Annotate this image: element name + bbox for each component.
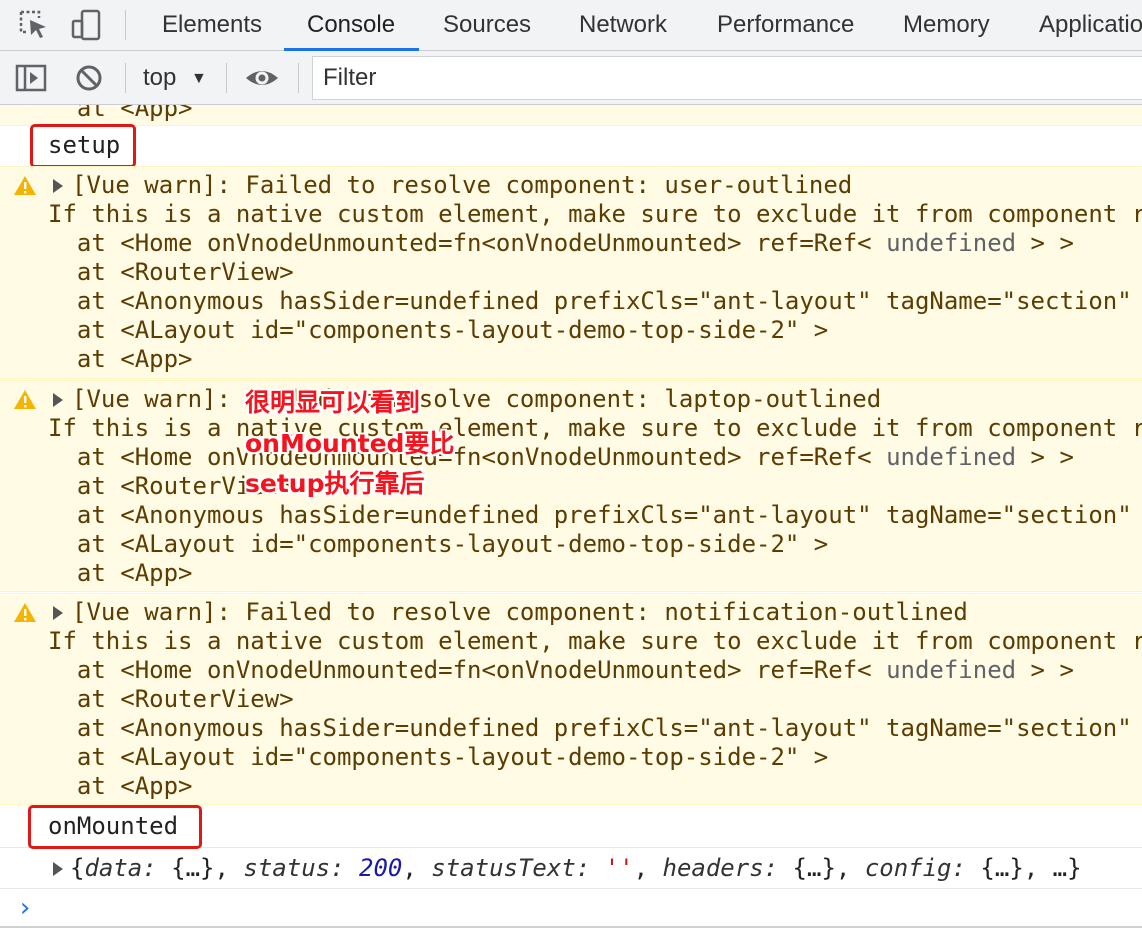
tab-elements[interactable]: Elements <box>162 0 262 51</box>
expand-triangle-icon[interactable] <box>53 862 63 876</box>
stack-line-app: at <App> <box>48 772 193 800</box>
sidebar-toggle-icon[interactable] <box>14 62 48 96</box>
response-object-preview[interactable]: {data: {…}, status: 200, statusText: '',… <box>70 854 1082 883</box>
object-key: headers <box>662 854 764 882</box>
brace: { <box>70 854 85 882</box>
prompt-chevron-icon: › <box>17 893 33 923</box>
warning-row: [Vue warn]: Failed to resolve component:… <box>0 166 1142 379</box>
undefined-value: undefined <box>886 656 1017 684</box>
stack-line-anonymous: at <Anonymous hasSider=undefined prefixC… <box>48 714 1142 742</box>
dropdown-caret-icon[interactable]: ▼ <box>191 70 207 88</box>
annotation-box-setup <box>30 124 136 168</box>
stack-line-app: at <App> <box>48 559 193 587</box>
console-toolbar: top ▼ <box>0 51 1142 105</box>
context-selector[interactable]: top <box>143 51 176 105</box>
toolbar-separator <box>125 63 126 93</box>
annotation-text-line: 很明显可以看到 <box>245 388 421 417</box>
inspect-element-icon[interactable] <box>17 8 51 42</box>
stack-line-alayout: at <ALayout id="components-layout-demo-t… <box>48 316 829 344</box>
tab-performance[interactable]: Performance <box>717 0 854 51</box>
filter-input[interactable] <box>312 56 1142 100</box>
bottom-divider <box>0 926 1142 928</box>
stack-line-home: at <Home onVnodeUnmounted=fn<onVnodeUnmo… <box>48 229 1074 258</box>
object-key: status <box>243 854 331 882</box>
live-expression-eye-icon[interactable] <box>244 62 278 96</box>
object-value: {…}, <box>156 854 244 882</box>
object-key: data <box>84 854 143 882</box>
toolbar-separator <box>298 63 299 93</box>
toolbar-separator <box>125 10 126 40</box>
object-value: {…}, …} <box>965 854 1082 882</box>
stack-line-home: at <Home onVnodeUnmounted=fn<onVnodeUnmo… <box>48 656 1074 685</box>
console-messages: at <App> setup [Vue warn]: Failed to res… <box>0 105 1142 932</box>
stack-text: > > <box>1016 229 1074 257</box>
warning-row: [Vue warn]: Failed to resolve component:… <box>0 593 1142 805</box>
toolbar-separator <box>226 63 227 93</box>
device-toolbar-icon[interactable] <box>70 8 104 42</box>
undefined-value: undefined <box>886 443 1017 471</box>
stack-text: at <Home onVnodeUnmounted=fn<onVnodeUnmo… <box>48 656 887 684</box>
stack-text: at <Home onVnodeUnmounted=fn<onVnodeUnmo… <box>48 443 887 471</box>
stack-text: at <Home onVnodeUnmounted=fn<onVnodeUnmo… <box>48 229 887 257</box>
warning-hint: If this is a native custom element, make… <box>48 200 1142 228</box>
tab-memory[interactable]: Memory <box>903 0 990 51</box>
annotation-box-onmounted <box>28 805 202 849</box>
devtools-tabbar: Elements Console Sources Network Perform… <box>0 0 1142 51</box>
console-prompt-row[interactable]: › <box>0 890 1142 930</box>
partial-warning-row: at <App> <box>0 105 1142 126</box>
expand-triangle-icon[interactable] <box>53 393 63 407</box>
warning-title[interactable]: [Vue warn]: Failed to resolve component:… <box>72 598 968 627</box>
stack-line-anonymous: at <Anonymous hasSider=undefined prefixC… <box>48 287 1142 315</box>
warning-hint: If this is a native custom element, make… <box>48 414 1142 442</box>
tab-sources[interactable]: Sources <box>443 0 531 51</box>
undefined-value: undefined <box>886 229 1017 257</box>
stack-line-anonymous: at <Anonymous hasSider=undefined prefixC… <box>48 501 1142 529</box>
stack-line-app: at <App> <box>48 345 193 373</box>
log-row-setup: setup <box>0 126 1142 166</box>
tab-console[interactable]: Console <box>307 0 395 51</box>
object-key: statusText <box>431 854 576 882</box>
expand-triangle-icon[interactable] <box>53 606 63 620</box>
warning-title[interactable]: [Vue warn]: Failed to resolve component:… <box>72 385 881 414</box>
number-value: 200 <box>359 854 403 882</box>
stack-line-router: at <RouterView> <box>48 258 294 286</box>
warning-icon <box>12 387 38 413</box>
warning-hint: If this is a native custom element, make… <box>48 627 1142 655</box>
stack-text: > > <box>1016 656 1074 684</box>
warning-row: [Vue warn]: Failed to resolve component:… <box>0 380 1142 592</box>
object-value: {…}, <box>778 854 865 882</box>
stack-line-alayout: at <ALayout id="components-layout-demo-t… <box>48 743 829 771</box>
tab-application[interactable]: Applicatio <box>1039 0 1142 51</box>
tab-network[interactable]: Network <box>579 0 667 51</box>
warning-title[interactable]: [Vue warn]: Failed to resolve component:… <box>72 171 852 200</box>
string-value: '' <box>604 854 634 882</box>
stack-line-alayout: at <ALayout id="components-layout-demo-t… <box>48 530 829 558</box>
stack-line-router: at <RouterView> <box>48 685 294 713</box>
stack-line-home: at <Home onVnodeUnmounted=fn<onVnodeUnmo… <box>48 443 1074 472</box>
stack-line: at <App> <box>48 105 193 122</box>
clear-console-icon[interactable] <box>73 62 107 96</box>
annotation-text-line: onMounted要比 <box>245 429 455 458</box>
stack-text: > > <box>1016 443 1074 471</box>
warning-icon <box>12 600 38 626</box>
expand-triangle-icon[interactable] <box>53 179 63 193</box>
log-row-response: {data: {…}, status: 200, statusText: '',… <box>0 849 1142 889</box>
object-key: config <box>864 854 952 882</box>
warning-icon <box>12 173 38 199</box>
annotation-text-line: setup执行靠后 <box>245 469 425 498</box>
